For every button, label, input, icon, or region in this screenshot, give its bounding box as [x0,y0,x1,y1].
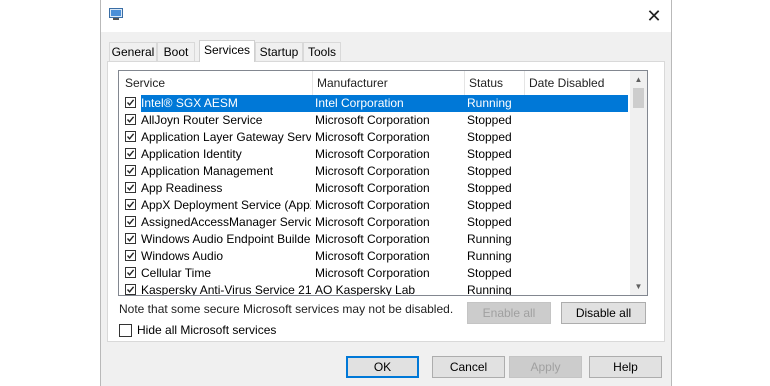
table-row[interactable]: Cellular Time Microsoft Corporation Stoppe… [119,265,631,282]
hide-microsoft-services-label[interactable]: Hide all Microsoft services [137,324,276,337]
service-checkbox[interactable] [125,284,136,295]
table-row[interactable]: Application Management Microsoft Corporat… [119,163,631,180]
tab-startup[interactable]: Startup [255,42,303,61]
table-row[interactable]: AppX Deployment Service (AppX... Microsof… [119,197,631,214]
cell-status: Running [467,249,512,263]
cell-manufacturer: Microsoft Corporation [315,164,430,178]
table-row[interactable]: Intel® SGX AESM Intel Corporation Running [119,95,631,112]
services-list[interactable]: Service Manufacturer Status Date Disable… [118,70,648,296]
close-icon[interactable]: ✕ [637,5,671,27]
cell-status: Stopped [467,164,512,178]
table-row[interactable]: Kaspersky Anti-Virus Service 21.3 AO Kasp… [119,282,631,296]
column-header-status[interactable]: Status [465,71,525,95]
msconfig-icon [109,8,123,21]
cell-service: Cellular Time [141,266,212,280]
vertical-scrollbar[interactable]: ▲ ▼ [630,71,647,295]
cell-status: Running [467,96,512,110]
cell-manufacturer: Microsoft Corporation [315,181,430,195]
list-header: Service Manufacturer Status Date Disable… [119,71,631,95]
service-checkbox[interactable] [125,250,136,261]
cell-service: App Readiness [141,181,223,195]
disable-all-button[interactable]: Disable all [561,302,646,324]
cell-manufacturer: Microsoft Corporation [315,215,430,229]
cell-status: Running [467,232,512,246]
cell-service: Application Layer Gateway Service [141,130,311,144]
cell-service: AllJoyn Router Service [141,113,263,127]
tab-tools[interactable]: Tools [303,42,341,61]
service-checkbox[interactable] [125,199,136,210]
cell-status: Stopped [467,198,512,212]
service-checkbox[interactable] [125,148,136,159]
hide-microsoft-services-checkbox[interactable] [119,324,132,337]
tab-boot[interactable]: Boot [157,42,195,61]
ok-button[interactable]: OK [346,356,419,378]
cell-manufacturer: AO Kaspersky Lab [315,283,416,296]
cell-service: Windows Audio [141,249,224,263]
service-checkbox[interactable] [125,165,136,176]
cell-manufacturer: Microsoft Corporation [315,113,430,127]
cell-status: Stopped [467,266,512,280]
cell-manufacturer: Microsoft Corporation [315,249,430,263]
scroll-up-icon[interactable]: ▲ [630,71,647,88]
table-row[interactable]: AllJoyn Router Service Microsoft Corporat… [119,112,631,129]
column-header-date-disabled[interactable]: Date Disabled [525,71,631,95]
table-row[interactable]: App Readiness Microsoft Corporation Stoppe… [119,180,631,197]
cell-service: Windows Audio Endpoint Builder [141,232,311,246]
service-checkbox[interactable] [125,114,136,125]
scroll-down-icon[interactable]: ▼ [630,278,647,295]
cell-status: Stopped [467,113,512,127]
cell-status: Running [467,283,512,296]
cell-service: Application Identity [141,147,242,161]
cancel-button[interactable]: Cancel [432,356,505,378]
cell-service: AssignedAccessManager Service [141,215,311,229]
cell-service: Application Management [141,164,274,178]
table-row[interactable]: Windows Audio Endpoint Builder Microsoft … [119,231,631,248]
cell-manufacturer: Microsoft Corporation [315,130,430,144]
cell-status: Stopped [467,181,512,195]
column-header-manufacturer[interactable]: Manufacturer [313,71,465,95]
service-checkbox[interactable] [125,182,136,193]
cell-status: Stopped [467,147,512,161]
cell-manufacturer: Microsoft Corporation [315,266,430,280]
cell-manufacturer: Microsoft Corporation [315,198,430,212]
tab-general[interactable]: General [109,42,157,61]
table-row[interactable]: Application Layer Gateway Service Microso… [119,129,631,146]
column-header-service[interactable]: Service [119,71,313,95]
cell-manufacturer: Microsoft Corporation [315,147,430,161]
cell-status: Stopped [467,130,512,144]
service-checkbox[interactable] [125,267,136,278]
table-row[interactable]: AssignedAccessManager Service Microsoft C… [119,214,631,231]
cell-status: Stopped [467,215,512,229]
system-configuration-dialog: ✕ General Boot Services Startup Tools Se… [100,0,672,386]
enable-all-button[interactable]: Enable all [467,302,551,324]
table-row[interactable]: Application Identity Microsoft Corporatio… [119,146,631,163]
apply-button[interactable]: Apply [509,356,582,378]
cell-manufacturer: Intel Corporation [315,96,404,110]
service-checkbox[interactable] [125,131,136,142]
table-row[interactable]: Windows Audio Microsoft Corporation Runnin… [119,248,631,265]
title-bar: ✕ [101,0,671,32]
service-checkbox[interactable] [125,216,136,227]
secure-services-note: Note that some secure Microsoft services… [119,302,454,316]
service-checkbox[interactable] [125,233,136,244]
cell-service: Kaspersky Anti-Virus Service 21.3 [141,283,311,296]
service-checkbox[interactable] [125,97,136,108]
help-button[interactable]: Help [589,356,662,378]
scroll-thumb[interactable] [633,88,644,108]
cell-service: AppX Deployment Service (AppX... [141,198,311,212]
cell-manufacturer: Microsoft Corporation [315,232,430,246]
cell-service: Intel® SGX AESM [141,96,238,110]
tab-services[interactable]: Services [199,40,255,62]
